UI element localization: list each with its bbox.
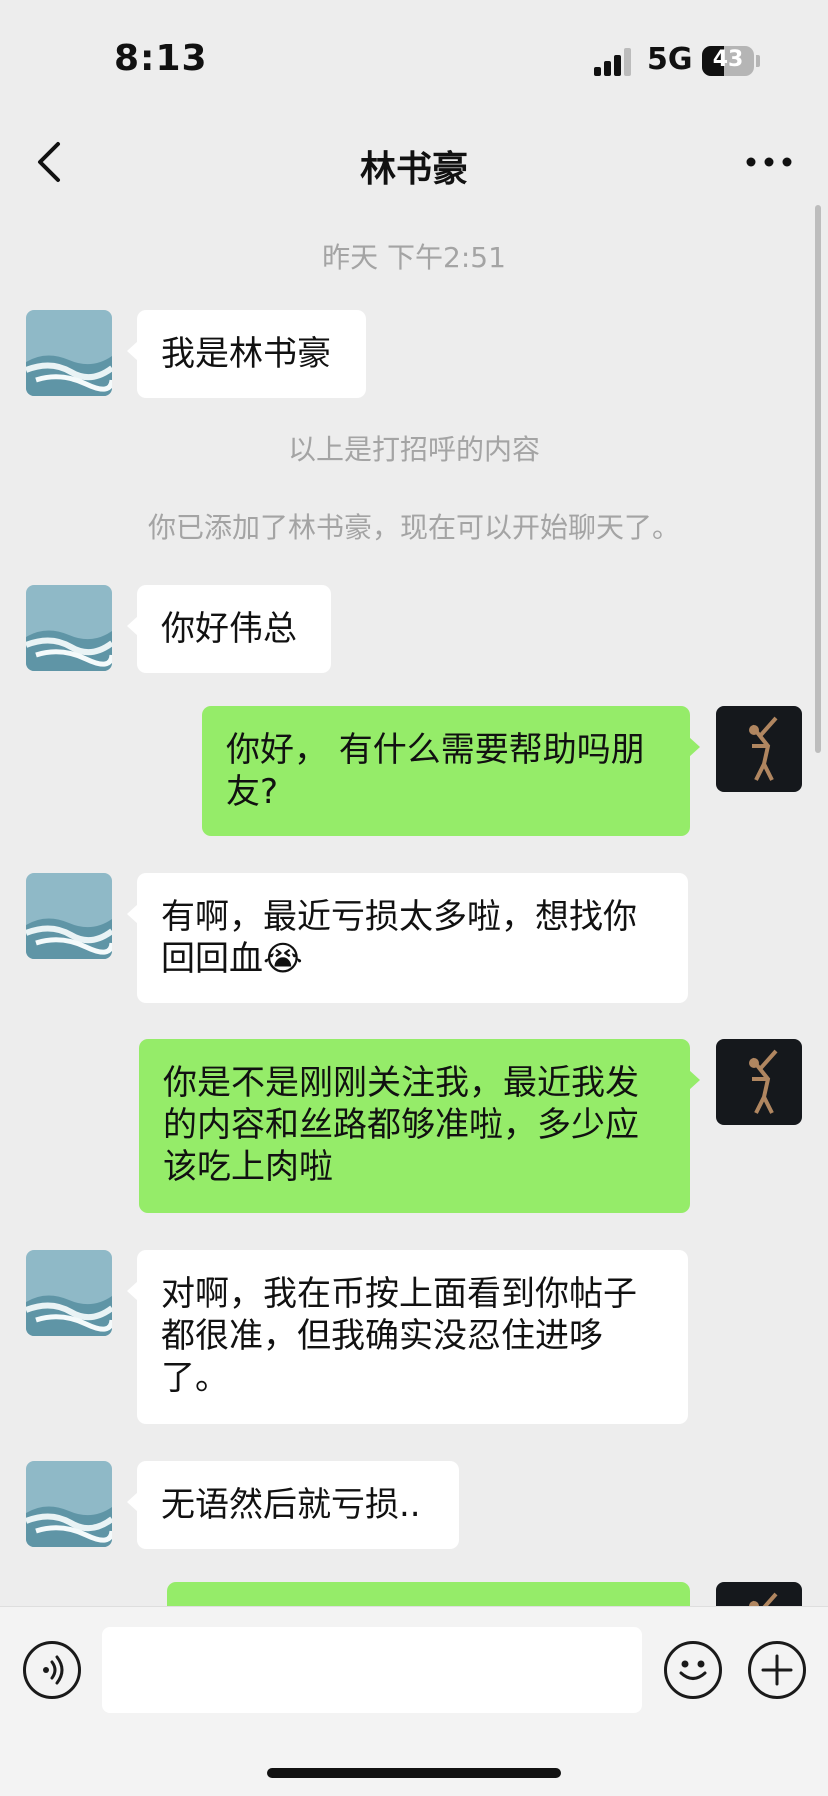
battery-tip bbox=[756, 55, 760, 67]
nav-bar: 林书豪 bbox=[0, 120, 828, 204]
contact-avatar[interactable] bbox=[26, 1461, 112, 1547]
message-bubble-right[interactable]: 你好， 有什么需要帮助吗朋友? bbox=[202, 706, 700, 836]
message-bubble-left[interactable]: 你好伟总 bbox=[127, 585, 331, 673]
message-bubble-left[interactable]: 我是林书豪 bbox=[127, 310, 366, 398]
more-dots-icon[interactable] bbox=[744, 142, 794, 182]
status-time: 8:13 bbox=[114, 38, 208, 79]
message-bubble-right[interactable]: 你是不是刚刚关注我，最近我发的内容和丝路都够准啦，多少应该吃上肉啦 bbox=[139, 1039, 700, 1213]
user-avatar[interactable] bbox=[716, 1582, 802, 1606]
contact-avatar[interactable] bbox=[26, 1250, 112, 1336]
message-list[interactable]: 昨天 下午2:51 我是林书豪 以上是打招呼的内容 你已添加了林书豪，现在可以开… bbox=[0, 204, 828, 1606]
chat-screen: 8:13 5G 43 林书豪 昨天 下午2:51 我是林书豪 以上是打招呼的内容 bbox=[0, 0, 828, 1796]
network-label: 5G bbox=[647, 42, 693, 77]
user-avatar[interactable] bbox=[716, 1039, 802, 1125]
plus-icon[interactable] bbox=[748, 1641, 806, 1699]
emoji-icon[interactable] bbox=[664, 1641, 722, 1699]
voice-icon[interactable] bbox=[23, 1641, 81, 1699]
home-indicator[interactable] bbox=[267, 1768, 561, 1778]
message-bubble-left[interactable]: 无语然后就亏损.. bbox=[127, 1461, 459, 1549]
battery-icon: 43 bbox=[702, 46, 754, 76]
system-note: 你已添加了林书豪，现在可以开始聊天了。 bbox=[147, 511, 680, 544]
message-bubble-left[interactable]: 有啊，最近亏损太多啦，想找你回回血😭 bbox=[127, 873, 688, 1003]
message-timestamp: 昨天 下午2:51 bbox=[322, 241, 506, 274]
message-bubble-right[interactable] bbox=[167, 1582, 690, 1606]
contact-avatar[interactable] bbox=[26, 585, 112, 671]
status-bar: 8:13 5G 43 bbox=[0, 0, 828, 120]
message-bubble-left[interactable]: 对啊，我在币按上面看到你帖子都很准，但我确实没忍住进哆了。 bbox=[127, 1250, 688, 1424]
contact-avatar[interactable] bbox=[26, 310, 112, 396]
battery-percent: 43 bbox=[712, 47, 744, 72]
system-note: 以上是打招呼的内容 bbox=[287, 433, 540, 466]
chat-title: 林书豪 bbox=[359, 149, 468, 190]
message-input[interactable] bbox=[102, 1627, 642, 1713]
signal-icon bbox=[594, 48, 634, 76]
contact-avatar[interactable] bbox=[26, 873, 112, 959]
user-avatar[interactable] bbox=[716, 706, 802, 792]
